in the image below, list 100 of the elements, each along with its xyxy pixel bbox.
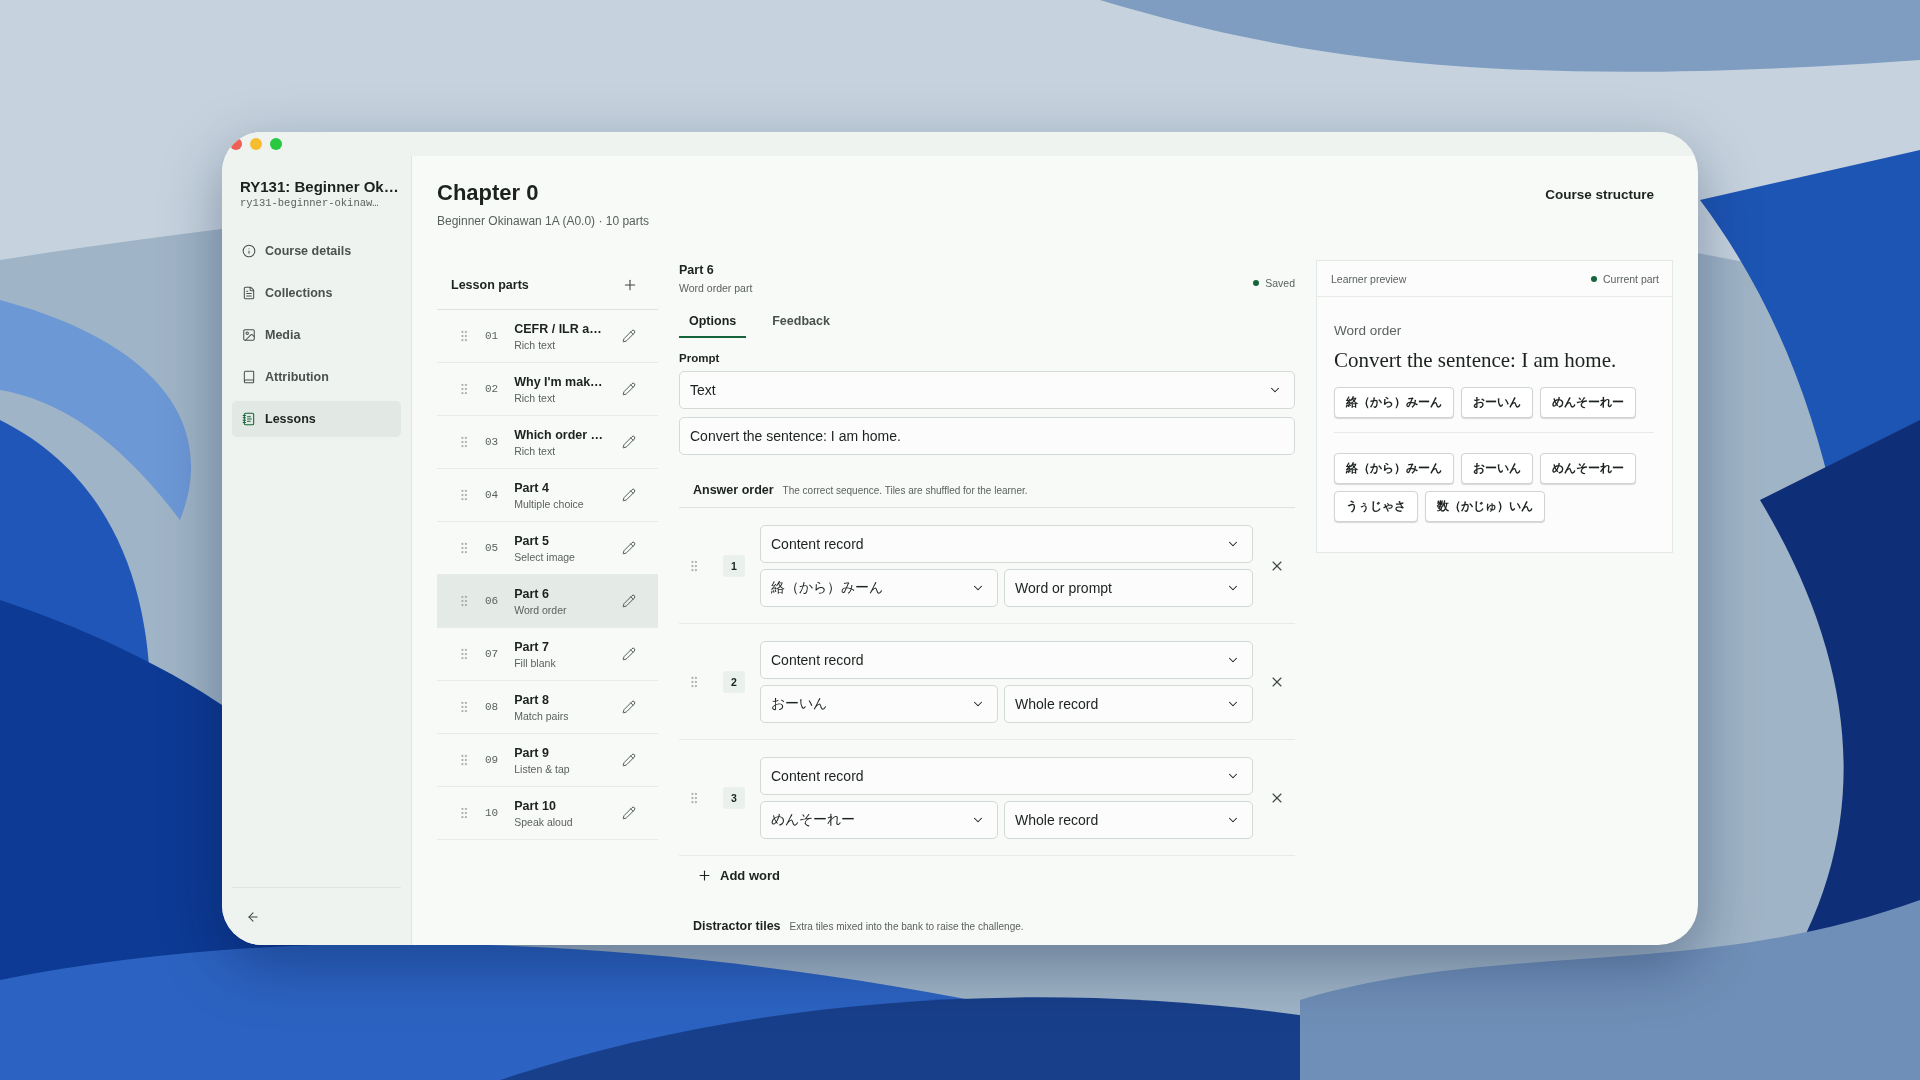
part-number: 09 (485, 754, 499, 766)
part-type: Fill blank (514, 656, 557, 669)
part-title: Part 5 (514, 533, 550, 548)
part-number: 10 (485, 807, 499, 819)
edit-button[interactable] (622, 541, 636, 555)
word-tile[interactable]: 絡（から）みーん (1334, 453, 1454, 484)
collapse-button[interactable] (246, 909, 260, 924)
image-icon (242, 328, 256, 342)
word-tile[interactable]: おーいん (1461, 453, 1533, 484)
part-title: CEFR / ILR a… (514, 321, 603, 336)
edit-button[interactable] (622, 594, 636, 608)
sidebar-item[interactable]: Media (232, 317, 401, 353)
part-kind: Word order part (679, 282, 753, 294)
part-heading: Part 6 (679, 263, 714, 277)
prompt-label: Prompt (679, 352, 721, 364)
chapter-title: Chapter 0 (437, 180, 540, 206)
answer-order-heading: Answer order (693, 483, 774, 497)
lesson-part-row[interactable]: 07 Part 7 Fill blank (437, 628, 658, 681)
source-select[interactable]: Content record (760, 756, 1253, 795)
distractor-hint: Extra tiles mixed into the bank to raise the challenge. (789, 921, 1024, 932)
record-select[interactable]: 絡（から）みーん (760, 568, 998, 607)
edit-button[interactable] (622, 488, 636, 502)
edit-button[interactable] (622, 753, 636, 767)
part-title: Part 7 (514, 639, 550, 654)
course-title: RY131: Beginner Ok… (239, 178, 400, 195)
tab[interactable]: Feedback (762, 308, 840, 338)
edit-button[interactable] (622, 382, 636, 396)
preview-status: Current part (1602, 272, 1659, 285)
record-select[interactable]: めんそーれー (760, 800, 998, 839)
edit-button[interactable] (622, 647, 636, 661)
plus-icon (697, 868, 712, 883)
exercise-kind: Word order (1334, 323, 1403, 338)
part-type: Rich text (514, 338, 557, 351)
part-type: Rich text (514, 391, 557, 404)
save-status: Saved (1265, 277, 1295, 289)
part-type: Word order (514, 603, 568, 616)
edit-button[interactable] (622, 329, 636, 343)
source-select[interactable]: Content record (760, 524, 1253, 563)
answer-order-hint: The correct sequence. Tiles are shuffled for the learner. (782, 485, 1028, 496)
field-select[interactable]: Whole record (1004, 800, 1253, 839)
word-number: 1 (723, 554, 745, 577)
minimize-window-button[interactable] (250, 138, 262, 150)
part-type: Multiple choice (514, 497, 585, 510)
answer-tile[interactable]: 絡（から）みーん (1334, 387, 1454, 418)
info-icon (242, 244, 256, 258)
word-tile[interactable]: うぅじゃさ (1334, 491, 1418, 522)
part-type: Rich text (514, 444, 557, 457)
part-title: Part 9 (514, 745, 550, 760)
part-number: 05 (485, 542, 499, 554)
word-number: 2 (723, 670, 745, 693)
sidebar-item[interactable]: Collections (232, 275, 401, 311)
part-title: Part 6 (514, 586, 550, 601)
part-number: 08 (485, 701, 499, 713)
prompt-sentence: Convert the sentence: I am home. (1334, 348, 1618, 373)
course-slug: ry131-beginner-okinaw… (239, 197, 380, 209)
prompt-type-select[interactable]: Text (679, 371, 1295, 409)
part-type: Match pairs (514, 709, 570, 722)
edit-button[interactable] (622, 700, 636, 714)
part-number: 03 (485, 436, 499, 448)
sidebar-item[interactable]: Course details (232, 233, 401, 269)
tab[interactable]: Options (679, 308, 747, 338)
word-tile[interactable]: めんそーれー (1540, 453, 1636, 484)
prompt-input[interactable]: Convert the sentence: I am home. (679, 417, 1295, 455)
part-type: Listen & tap (514, 762, 571, 775)
lesson-part-row[interactable]: 03 Which order … Rich text (437, 416, 658, 469)
part-type: Speak aloud (514, 815, 574, 828)
lesson-parts-heading: Lesson parts (451, 277, 529, 292)
lesson-part-row[interactable]: 08 Part 8 Match pairs (437, 681, 658, 734)
lesson-part-row[interactable]: 09 Part 9 Listen & tap (437, 734, 658, 787)
status-dot (1253, 280, 1260, 286)
answer-tile[interactable]: おーいん (1461, 387, 1533, 418)
part-title: Part 10 (514, 798, 557, 813)
course-structure-link[interactable]: Course structure (1545, 187, 1654, 202)
field-select[interactable]: Whole record (1004, 684, 1253, 723)
distractor-heading: Distractor tiles (693, 919, 781, 933)
part-number: 06 (485, 595, 499, 607)
lesson-part-row[interactable]: 06 Part 6 Word order (437, 575, 658, 628)
part-title: Part 8 (514, 692, 550, 707)
lesson-part-row[interactable]: 02 Why I'm mak… Rich text (437, 363, 658, 416)
lesson-part-row[interactable]: 04 Part 4 Multiple choice (437, 469, 658, 522)
part-number: 04 (485, 489, 499, 501)
sidebar-item[interactable]: Attribution (232, 359, 401, 395)
add-word-button[interactable]: Add word (679, 856, 798, 895)
edit-button[interactable] (622, 435, 636, 449)
part-number: 01 (485, 330, 499, 342)
edit-button[interactable] (622, 806, 636, 820)
part-number: 07 (485, 648, 499, 660)
lesson-part-row[interactable]: 01 CEFR / ILR a… Rich text (437, 310, 658, 363)
word-tile[interactable]: 数（かじゅ）いん (1425, 491, 1545, 522)
answer-tile[interactable]: めんそーれー (1540, 387, 1636, 418)
sidebar-item[interactable]: Lessons (232, 401, 401, 437)
part-type: Select image (514, 550, 576, 563)
book-icon (242, 370, 256, 384)
lesson-part-row[interactable]: 10 Part 10 Speak aloud (437, 787, 658, 840)
record-select[interactable]: おーいん (760, 684, 998, 723)
part-title: Which order … (514, 427, 605, 442)
maximize-window-button[interactable] (270, 138, 282, 150)
part-title: Why I'm mak… (514, 374, 604, 389)
source-select[interactable]: Content record (760, 640, 1253, 679)
field-select[interactable]: Word or prompt (1004, 568, 1253, 607)
